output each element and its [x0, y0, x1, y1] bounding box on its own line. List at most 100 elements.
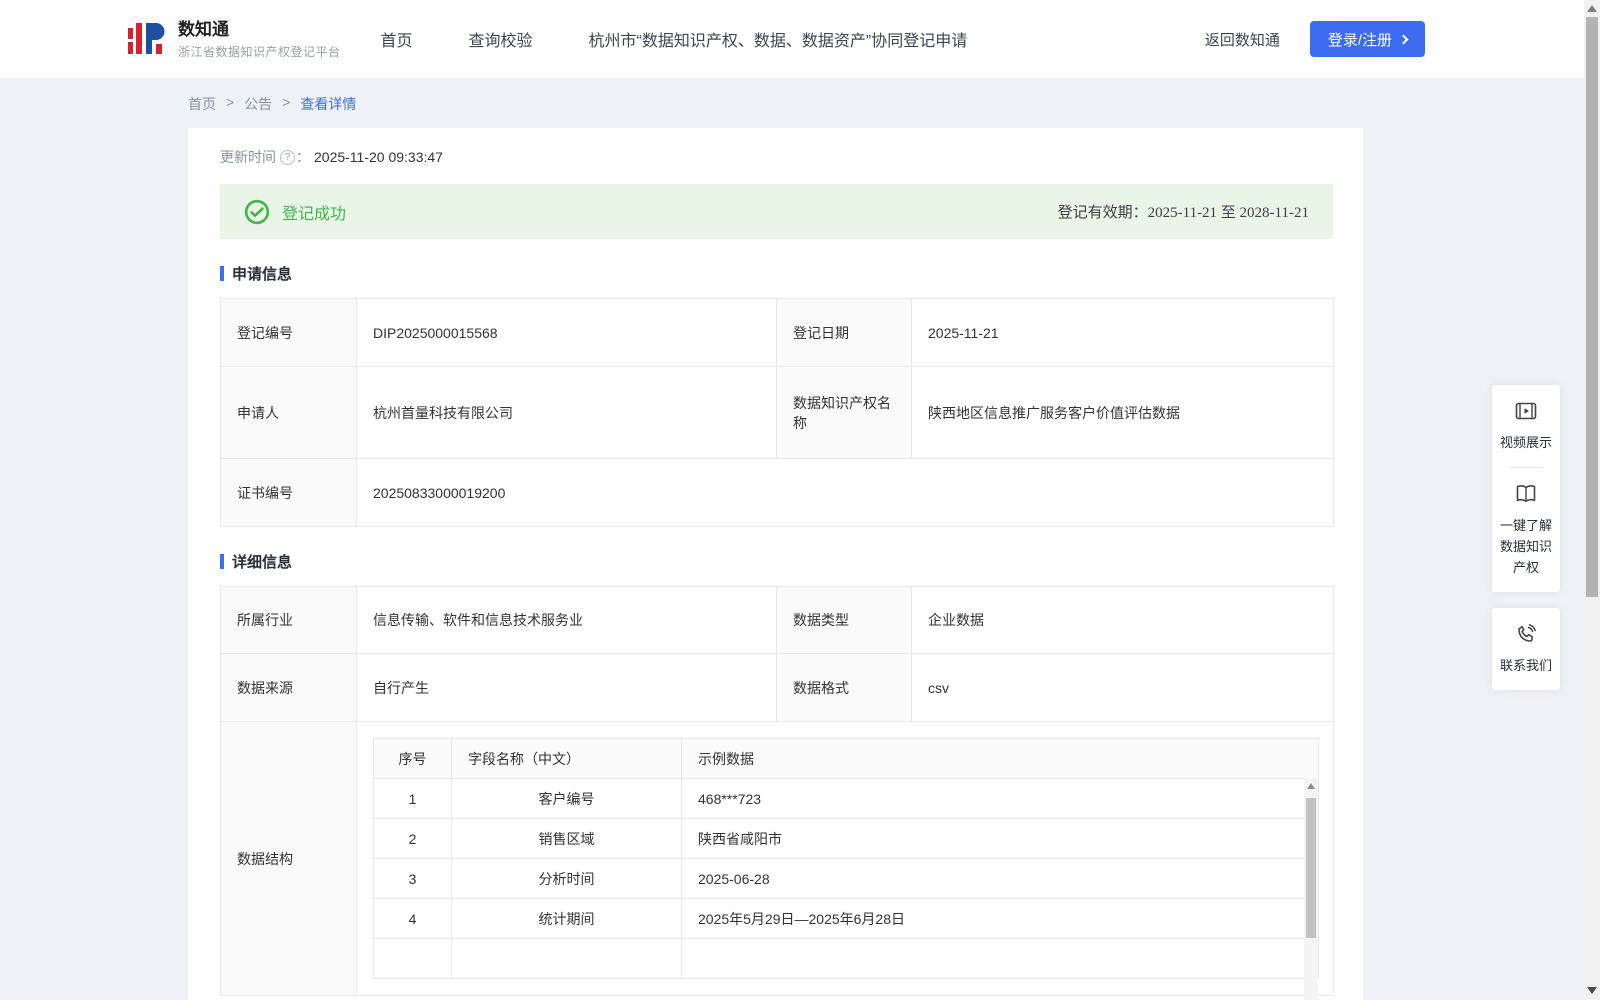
video-display-card[interactable]: 视频展示 一键了解数据知识产权: [1492, 385, 1560, 592]
column-header: 序号: [374, 739, 452, 779]
logo-text: 数知通 浙江省数据知识产权登记平台: [178, 19, 341, 60]
application-info-table: 登记编号 DIP2025000015568 登记日期 2025-11-21 申请…: [220, 298, 1334, 527]
nav-item-query-verify[interactable]: 查询校验: [469, 27, 533, 51]
contact-us-card[interactable]: 联系我们: [1492, 608, 1560, 690]
field-label: 申请人: [221, 367, 357, 459]
field-value: 2025-11-21: [912, 299, 1334, 367]
main-nav: 首页 查询校验 杭州市“数据知识产权、数据、数据资产”协同登记申请: [381, 27, 1024, 51]
cell-field: 统计期间: [452, 899, 682, 939]
cell-field: 客户编号: [452, 779, 682, 819]
scroll-up-icon[interactable]: [1307, 783, 1315, 789]
field-value: 信息传输、软件和信息技术服务业: [357, 587, 777, 654]
help-icon[interactable]: ?: [280, 150, 295, 165]
cell-sample: 2025-06-28: [682, 859, 1319, 899]
table-row: 3 分析时间 2025-06-28: [374, 859, 1319, 899]
header-right: 返回数知通 登录/注册: [1205, 21, 1425, 57]
data-structure-table-wrap: 序号 字段名称（中文） 示例数据 1 客户编号 468***723: [373, 738, 1318, 979]
cell-no: 4: [374, 899, 452, 939]
table-row: 2 销售区域 陕西省咸阳市: [374, 819, 1319, 859]
login-register-label: 登录/注册: [1328, 29, 1392, 50]
breadcrumb-home[interactable]: 首页: [188, 94, 216, 114]
table-row: 数据结构 序号 字段名称（中文） 示例数据: [221, 722, 1334, 996]
status-text: 登记成功: [282, 200, 346, 224]
update-time-value: 2025-11-20 09:33:47: [314, 149, 443, 165]
page-scrollbar[interactable]: [1584, 0, 1600, 1000]
book-icon: [1514, 482, 1538, 506]
table-row: [374, 939, 1319, 979]
video-display-label: 视频展示: [1498, 432, 1554, 453]
section-bar-icon: [220, 554, 224, 569]
table-row: 4 统计期间 2025年5月29日—2025年6月28日: [374, 899, 1319, 939]
field-label: 证书编号: [221, 459, 357, 527]
validity-label: 登记有效期：: [1058, 205, 1148, 221]
divider: [1509, 467, 1543, 468]
inner-scrollbar-thumb[interactable]: [1306, 798, 1316, 938]
breadcrumb: 首页 > 公告 > 查看详情: [188, 94, 1600, 114]
nav-item-home[interactable]: 首页: [381, 27, 413, 51]
field-label: 数据结构: [221, 722, 357, 996]
cell-sample: 2025年5月29日—2025年6月28日: [682, 899, 1319, 939]
cell-sample: 陕西省咸阳市: [682, 819, 1319, 859]
section-title-text: 申请信息: [232, 263, 292, 284]
detail-info-table: 所属行业 信息传输、软件和信息技术服务业 数据类型 企业数据 数据来源 自行产生…: [220, 586, 1334, 996]
login-register-button[interactable]: 登录/注册: [1310, 21, 1425, 57]
page-scrollbar-thumb[interactable]: [1586, 17, 1598, 597]
cell-field: 销售区域: [452, 819, 682, 859]
field-value: 陕西地区信息推广服务客户价值评估数据: [912, 367, 1334, 459]
section-bar-icon: [220, 266, 224, 281]
cell-no: 1: [374, 779, 452, 819]
nav-item-hangzhou-registration[interactable]: 杭州市“数据知识产权、数据、数据资产”协同登记申请: [589, 27, 968, 51]
table-header-row: 序号 字段名称（中文） 示例数据: [374, 739, 1319, 779]
table-row: 证书编号 20250833000019200: [221, 459, 1334, 527]
logo[interactable]: 数知通 浙江省数据知识产权登记平台: [126, 18, 341, 60]
update-time-label: 更新时间: [220, 147, 276, 167]
data-structure-table: 序号 字段名称（中文） 示例数据 1 客户编号 468***723: [373, 738, 1319, 979]
section-title-text: 详细信息: [232, 551, 292, 572]
field-label: 数据来源: [221, 654, 357, 722]
application-info-section-title: 申请信息: [220, 263, 1333, 284]
update-time-colon: ：: [296, 147, 310, 167]
chevron-right-icon: [1399, 34, 1409, 44]
cell-field: 分析时间: [452, 859, 682, 899]
breadcrumb-announcement[interactable]: 公告: [244, 94, 272, 114]
logo-icon: [126, 18, 168, 60]
field-value: csv: [912, 654, 1334, 722]
table-row: 所属行业 信息传输、软件和信息技术服务业 数据类型 企业数据: [221, 587, 1334, 654]
breadcrumb-separator: >: [282, 94, 290, 114]
table-row: 1 客户编号 468***723: [374, 779, 1319, 819]
table-row: 申请人 杭州首量科技有限公司 数据知识产权名称 陕西地区信息推广服务客户价值评估…: [221, 367, 1334, 459]
header: 数知通 浙江省数据知识产权登记平台 首页 查询校验 杭州市“数据知识产权、数据、…: [0, 0, 1600, 78]
status-banner: 登记成功 登记有效期：2025-11-21 至 2028-11-21: [220, 184, 1333, 239]
inner-scrollbar[interactable]: [1304, 778, 1318, 1000]
detail-info-section-title: 详细信息: [220, 551, 1333, 572]
app-title: 数知通: [178, 19, 341, 41]
phone-icon: [1514, 622, 1538, 646]
scroll-up-icon[interactable]: [1587, 5, 1597, 12]
floating-panel: 视频展示 一键了解数据知识产权 联系我们: [1492, 385, 1560, 690]
field-value: 20250833000019200: [357, 459, 1334, 527]
table-row: 数据来源 自行产生 数据格式 csv: [221, 654, 1334, 722]
guide-label: 一键了解数据知识产权: [1498, 515, 1554, 578]
field-label: 所属行业: [221, 587, 357, 654]
field-value: 自行产生: [357, 654, 777, 722]
contact-us-label: 联系我们: [1498, 655, 1554, 676]
update-time: 更新时间 ? ： 2025-11-20 09:33:47: [220, 146, 1333, 168]
detail-card: 更新时间 ? ： 2025-11-20 09:33:47 登记成功 登记有效期：…: [188, 128, 1363, 1000]
validity-period: 登记有效期：2025-11-21 至 2028-11-21: [1058, 201, 1309, 222]
app-subtitle: 浙江省数据知识产权登记平台: [178, 43, 341, 60]
table-row: 登记编号 DIP2025000015568 登记日期 2025-11-21: [221, 299, 1334, 367]
field-value: 杭州首量科技有限公司: [357, 367, 777, 459]
success-check-icon: [244, 199, 270, 225]
field-label: 数据格式: [777, 654, 912, 722]
field-label: 登记编号: [221, 299, 357, 367]
scroll-down-icon[interactable]: [1587, 987, 1597, 994]
back-to-shuzhitong-link[interactable]: 返回数知通: [1205, 29, 1280, 50]
field-label: 登记日期: [777, 299, 912, 367]
breadcrumb-separator: >: [226, 94, 234, 114]
cell-no: 2: [374, 819, 452, 859]
cell-no: 3: [374, 859, 452, 899]
video-icon: [1514, 399, 1538, 423]
validity-value: 2025-11-21 至 2028-11-21: [1148, 205, 1309, 221]
data-structure-cell: 序号 字段名称（中文） 示例数据 1 客户编号 468***723: [357, 722, 1334, 996]
field-value: DIP2025000015568: [357, 299, 777, 367]
